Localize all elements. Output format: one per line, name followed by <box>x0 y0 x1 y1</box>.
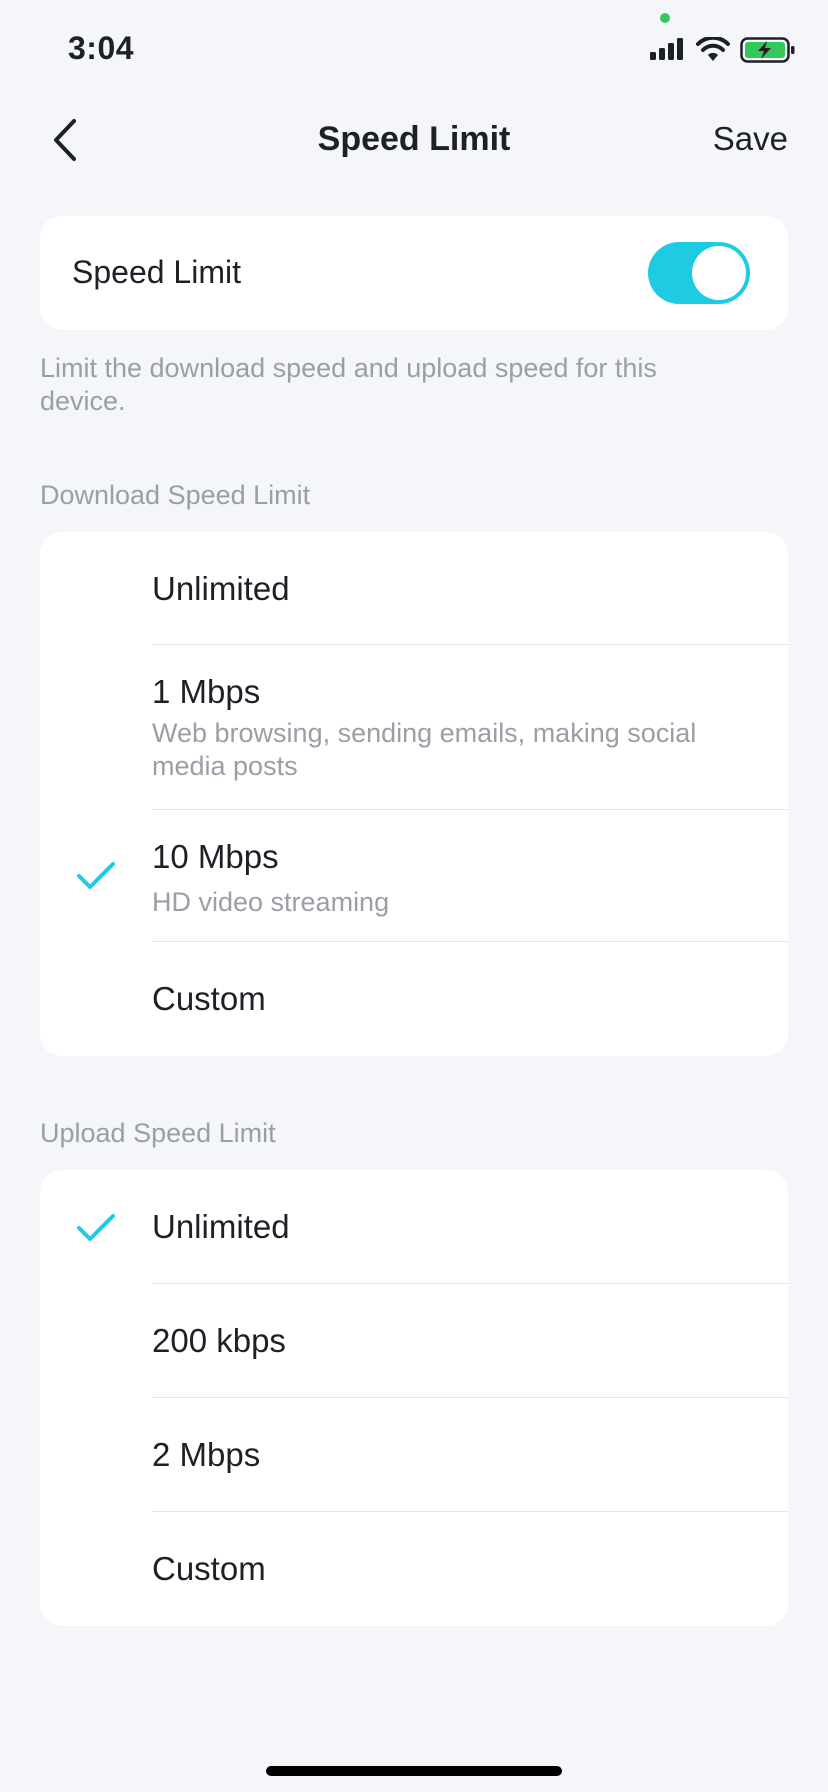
speed-limit-toggle-card: Speed Limit <box>40 216 788 330</box>
download-option-custom[interactable]: Custom <box>40 942 788 1056</box>
option-label: Unlimited <box>152 570 290 607</box>
speed-limit-hint: Limit the download speed and upload spee… <box>40 353 657 416</box>
download-option-unlimited[interactable]: Unlimited <box>40 532 788 645</box>
save-button[interactable]: Save <box>713 120 788 158</box>
upload-option-unlimited[interactable]: Unlimited <box>40 1170 788 1284</box>
option-label: 1 Mbps <box>152 673 261 710</box>
wifi-icon <box>696 37 730 61</box>
upload-options-card: Unlimited 200 kbps 2 Mbps Custom <box>40 1170 788 1626</box>
speed-limit-toggle-label: Speed Limit <box>72 254 241 290</box>
home-indicator[interactable] <box>266 1766 562 1776</box>
nav-bar: Speed Limit Save <box>0 100 828 180</box>
camera-indicator-icon <box>660 13 670 23</box>
status-icons <box>650 34 796 66</box>
option-description: Web browsing, sending emails, making soc… <box>152 718 697 781</box>
status-time: 3:04 <box>68 30 135 66</box>
upload-option-custom[interactable]: Custom <box>40 1512 788 1626</box>
download-option-10mbps[interactable]: 10 Mbps HD video streaming <box>40 810 788 942</box>
download-option-1mbps[interactable]: 1 Mbps Web browsing, sending emails, mak… <box>40 645 788 810</box>
speed-limit-toggle[interactable] <box>648 242 750 304</box>
upload-option-200kbps[interactable]: 200 kbps <box>40 1284 788 1398</box>
option-label: 200 kbps <box>152 1322 286 1359</box>
battery-charging-icon <box>740 37 795 63</box>
checkmark-icon <box>77 862 115 889</box>
upload-option-2mbps[interactable]: 2 Mbps <box>40 1398 788 1512</box>
option-label: Unlimited <box>152 1208 290 1245</box>
option-label: Custom <box>152 980 266 1017</box>
option-label: 10 Mbps <box>152 838 279 875</box>
page-title: Speed Limit <box>317 120 511 158</box>
option-description: HD video streaming <box>152 887 390 917</box>
download-options-card: Unlimited 1 Mbps Web browsing, sending e… <box>40 532 788 1056</box>
option-label: Custom <box>152 1550 266 1587</box>
checkmark-icon <box>77 1214 115 1241</box>
toggle-knob <box>692 246 746 300</box>
option-label: 2 Mbps <box>152 1436 261 1473</box>
download-section-header: Download Speed Limit <box>40 480 311 510</box>
status-bar: 3:04 <box>0 0 828 100</box>
cellular-signal-icon <box>650 38 683 60</box>
upload-section-header: Upload Speed Limit <box>40 1118 276 1148</box>
